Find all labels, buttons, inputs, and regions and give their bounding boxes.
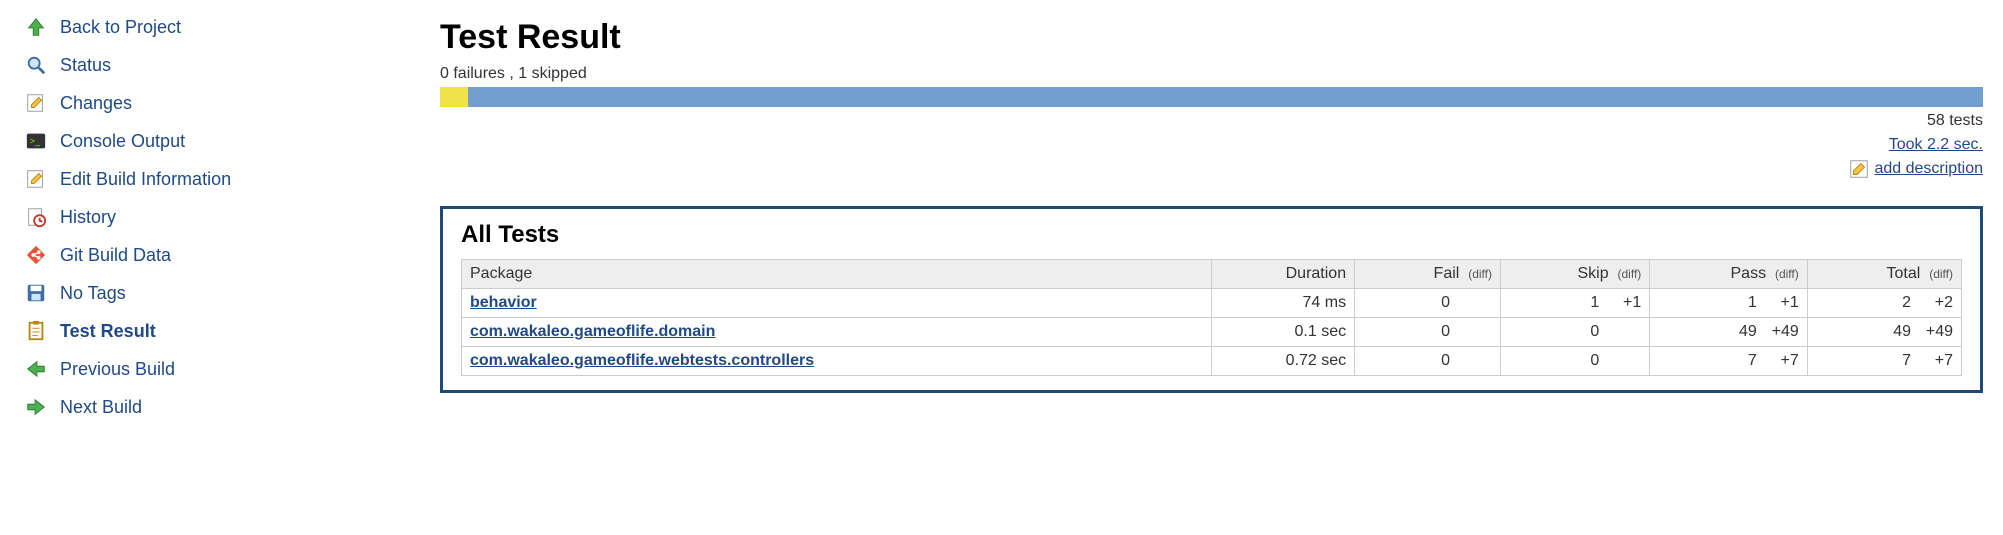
sidebar-item-git-build-data[interactable]: Git Build Data (20, 236, 430, 274)
cell-duration: 74 ms (1212, 289, 1355, 318)
cell-pass: 49+49 (1650, 318, 1807, 347)
sidebar-item-changes[interactable]: Changes (20, 84, 430, 122)
arrow-right-green-icon (24, 395, 48, 419)
table-row: com.wakaleo.gameoflife.webtests.controll… (462, 347, 1962, 376)
cell-skip: 1+1 (1501, 289, 1650, 318)
cell-package: behavior (462, 289, 1212, 318)
summary-text: 0 failures , 1 skipped (440, 65, 1983, 83)
cell-fail: 0 (1355, 347, 1501, 376)
save-icon (24, 281, 48, 305)
edit-page-icon (24, 91, 48, 115)
took-link[interactable]: Took 2.2 sec. (1889, 136, 1983, 153)
cell-skip: 0 (1501, 347, 1650, 376)
all-tests-panel: All Tests Package Duration Fail (diff) S… (440, 206, 1983, 393)
cell-fail: 0 (1355, 318, 1501, 347)
arrow-left-green-icon (24, 357, 48, 381)
terminal-icon: >_ (24, 129, 48, 153)
col-total[interactable]: Total (diff) (1807, 260, 1961, 289)
sidebar-item-label: Changes (60, 93, 132, 114)
bar-pass-segment (468, 87, 1983, 107)
package-link[interactable]: com.wakaleo.gameoflife.webtests.controll… (470, 352, 814, 369)
sidebar-item-previous-build[interactable]: Previous Build (20, 350, 430, 388)
sidebar-item-label: Git Build Data (60, 245, 171, 266)
col-package[interactable]: Package (462, 260, 1212, 289)
history-icon (24, 205, 48, 229)
cell-pass: 1+1 (1650, 289, 1807, 318)
table-row: behavior74 ms01+11+12+2 (462, 289, 1962, 318)
sidebar-item-label: Previous Build (60, 359, 175, 380)
page-title: Test Result (440, 18, 1983, 57)
sidebar: Back to Project Status Changes >_ Console Ou… (0, 0, 430, 434)
sidebar-item-back-to-project[interactable]: Back to Project (20, 8, 430, 46)
sidebar-item-label: Console Output (60, 131, 185, 152)
sidebar-item-label: Next Build (60, 397, 142, 418)
col-skip[interactable]: Skip (diff) (1501, 260, 1650, 289)
edit-icon (1848, 158, 1870, 180)
package-link[interactable]: com.wakaleo.gameoflife.domain (470, 323, 715, 340)
sidebar-item-console-output[interactable]: >_ Console Output (20, 122, 430, 160)
sidebar-item-edit-build-information[interactable]: Edit Build Information (20, 160, 430, 198)
col-pass[interactable]: Pass (diff) (1650, 260, 1807, 289)
table-row: com.wakaleo.gameoflife.domain0.1 sec0049… (462, 318, 1962, 347)
cell-duration: 0.72 sec (1212, 347, 1355, 376)
git-icon (24, 243, 48, 267)
sidebar-item-status[interactable]: Status (20, 46, 430, 84)
col-fail[interactable]: Fail (diff) (1355, 260, 1501, 289)
sidebar-item-label: Back to Project (60, 17, 181, 38)
svg-text:>_: >_ (30, 136, 41, 146)
main-content: Test Result 0 failures , 1 skipped 58 te… (430, 0, 2003, 434)
sidebar-item-label: Test Result (60, 321, 156, 342)
tests-table: Package Duration Fail (diff) Skip (diff)… (461, 259, 1962, 376)
total-tests-label: 58 tests (440, 109, 1983, 133)
col-duration[interactable]: Duration (1212, 260, 1355, 289)
cell-duration: 0.1 sec (1212, 318, 1355, 347)
table-header-row: Package Duration Fail (diff) Skip (diff)… (462, 260, 1962, 289)
arrow-up-green-icon (24, 15, 48, 39)
clipboard-icon (24, 319, 48, 343)
magnifier-icon (24, 53, 48, 77)
bar-skip-segment (440, 87, 468, 107)
cell-total: 7+7 (1807, 347, 1961, 376)
sidebar-item-next-build[interactable]: Next Build (20, 388, 430, 426)
sidebar-item-test-result[interactable]: Test Result (20, 312, 430, 350)
edit-page-icon (24, 167, 48, 191)
sidebar-item-label: History (60, 207, 116, 228)
cell-package: com.wakaleo.gameoflife.webtests.controll… (462, 347, 1212, 376)
sidebar-item-label: Edit Build Information (60, 169, 231, 190)
sidebar-item-label: No Tags (60, 283, 126, 304)
test-result-bar (440, 87, 1983, 107)
sidebar-item-label: Status (60, 55, 111, 76)
cell-fail: 0 (1355, 289, 1501, 318)
sidebar-item-history[interactable]: History (20, 198, 430, 236)
cell-package: com.wakaleo.gameoflife.domain (462, 318, 1212, 347)
cell-skip: 0 (1501, 318, 1650, 347)
cell-pass: 7+7 (1650, 347, 1807, 376)
sidebar-item-no-tags[interactable]: No Tags (20, 274, 430, 312)
package-link[interactable]: behavior (470, 294, 537, 311)
all-tests-heading: All Tests (461, 221, 1962, 249)
cell-total: 49+49 (1807, 318, 1961, 347)
add-description-link[interactable]: add description (1874, 157, 1983, 181)
result-meta: 58 tests Took 2.2 sec. add description (440, 109, 1983, 188)
cell-total: 2+2 (1807, 289, 1961, 318)
